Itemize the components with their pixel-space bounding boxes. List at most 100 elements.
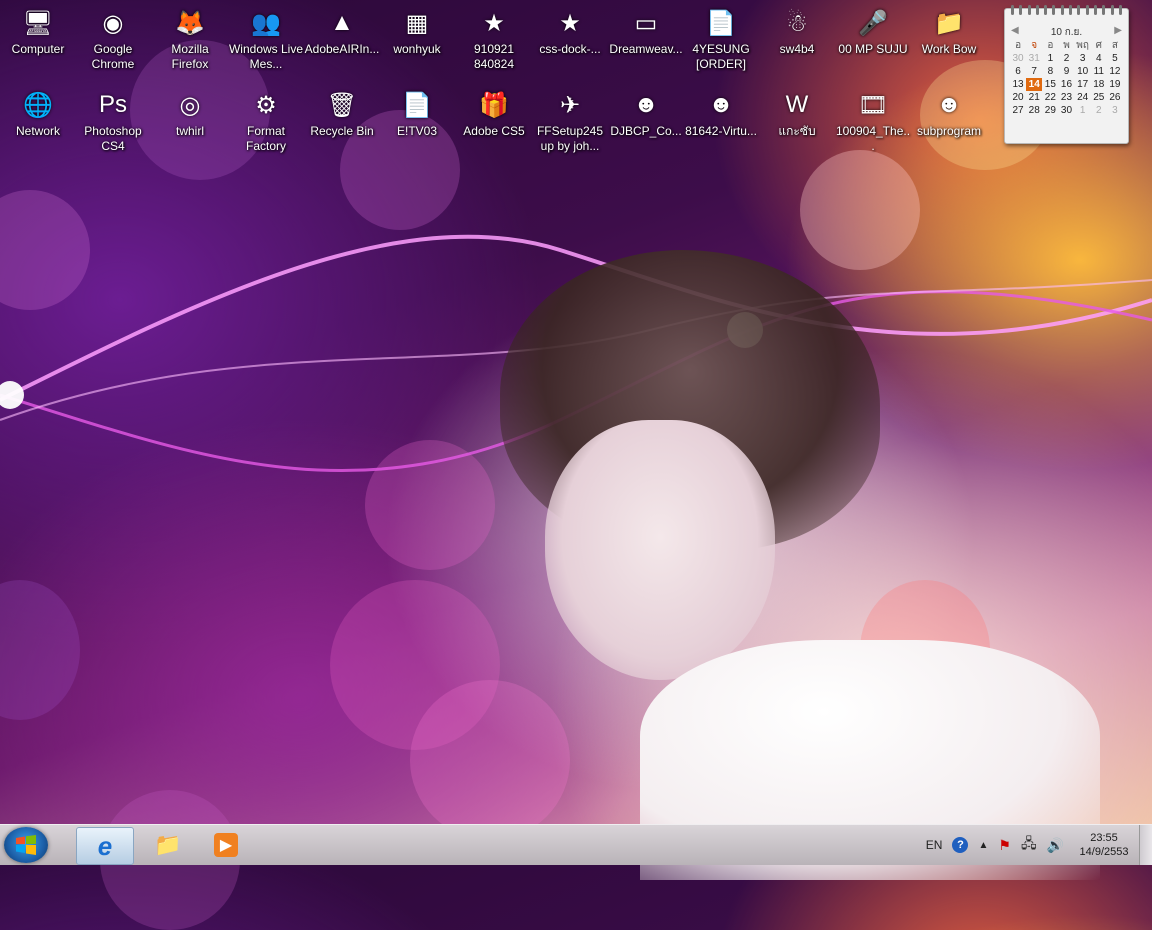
calendar-day[interactable]: 28 <box>1026 104 1042 117</box>
icon-adobe-cs5[interactable]: 🎁 Adobe CS5 <box>456 88 532 139</box>
google-chrome-icon: ◉ <box>102 9 124 37</box>
djbcp-icon: ☻ <box>633 91 659 118</box>
icon-mozilla-firefox[interactable]: 🦊 Mozilla Firefox <box>152 6 228 72</box>
calendar-day[interactable]: 22 <box>1042 91 1058 104</box>
action-center-flag-icon[interactable]: ⚑ <box>998 837 1011 854</box>
calendar-prev-arrow[interactable]: ◀ <box>1011 25 1019 40</box>
bokeh-circle <box>330 580 500 750</box>
clock[interactable]: 23:55 14/9/2553 <box>1069 831 1139 859</box>
icon-computer[interactable]: 🖥 Computer <box>0 6 76 57</box>
calendar-next-arrow[interactable]: ▶ <box>1114 25 1122 40</box>
icon-label: แกะซับ <box>778 124 816 138</box>
network-tray-icon[interactable]: 🖧 <box>1021 833 1037 857</box>
icon-google-chrome[interactable]: ◉ Google Chrome <box>75 6 151 72</box>
icon-label: subprogram <box>916 124 982 138</box>
calendar-day[interactable]: 27 <box>1010 104 1026 117</box>
calendar-day[interactable]: 16 <box>1058 78 1074 91</box>
calendar-day[interactable]: 13 <box>1010 78 1026 91</box>
calendar-day[interactable]: 25 <box>1091 91 1107 104</box>
calendar-day[interactable]: 1 <box>1075 104 1091 117</box>
icon-etv03[interactable]: 📄 E!TV03 <box>379 88 455 139</box>
taskbar: e 📁 ▶ EN ? ▲ ⚑ 🖧 🔊 23:55 14/9/2553 <box>0 824 1152 865</box>
volume-icon[interactable]: 🔊 <box>1047 837 1064 854</box>
icon-dreamweaver[interactable]: ▭ Dreamweav... <box>608 6 684 57</box>
icon-100904[interactable]: 🎞 100904_The... <box>835 88 911 154</box>
calendar-day[interactable]: 24 <box>1075 91 1091 104</box>
icon-00-mp-suju[interactable]: 🎤 00 MP SUJU <box>835 6 911 57</box>
calendar-ring <box>1035 5 1039 15</box>
calendar-day[interactable]: 6 <box>1010 65 1026 78</box>
81642-virtu-icon: ☻ <box>708 91 734 118</box>
start-button[interactable] <box>4 827 48 863</box>
icon-sw4b4[interactable]: ☃ sw4b4 <box>759 6 835 57</box>
calendar-day[interactable]: 8 <box>1042 65 1058 78</box>
show-desktop-button[interactable] <box>1139 825 1152 865</box>
calendar-ring <box>1019 5 1023 15</box>
file-explorer-icon: 📁 <box>154 832 182 857</box>
calendar-day[interactable]: 31 <box>1026 52 1042 65</box>
calendar-day[interactable]: 29 <box>1042 104 1058 117</box>
dreamweaver-icon: ▭ <box>634 9 658 37</box>
calendar-ring <box>1027 5 1031 15</box>
calendar-day[interactable]: 30 <box>1058 104 1074 117</box>
calendar-ring <box>1011 5 1014 15</box>
calendar-day[interactable]: 26 <box>1107 91 1123 104</box>
calendar-day[interactable]: 30 <box>1010 52 1026 65</box>
calendar-day[interactable]: 21 <box>1026 91 1042 104</box>
icon-css-dock[interactable]: ★ css-dock-... <box>532 6 608 57</box>
calendar-day[interactable]: 1 <box>1042 52 1058 65</box>
calendar-day[interactable]: 2 <box>1091 104 1107 117</box>
calendar-weekday: ส <box>1111 40 1118 51</box>
icon-label: AdobeAIRIn... <box>304 42 380 56</box>
calendar-day[interactable]: 3 <box>1107 104 1123 117</box>
icon-label: Format Factory <box>245 124 286 153</box>
windows-live-messenger-icon: 👥 <box>251 9 281 37</box>
calendar-weekday: อ <box>1015 40 1022 51</box>
calendar-day[interactable]: 2 <box>1058 52 1074 65</box>
calendar-day[interactable]: 20 <box>1010 91 1026 104</box>
icon-format-factory[interactable]: ⚙ Format Factory <box>228 88 304 154</box>
calendar-day[interactable]: 4 <box>1091 52 1107 65</box>
calendar-day[interactable]: 19 <box>1107 78 1123 91</box>
calendar-day[interactable]: 23 <box>1058 91 1074 104</box>
calendar-day[interactable]: 14 <box>1026 78 1043 91</box>
icon-wonhyuk[interactable]: ▦ wonhyuk <box>379 6 455 57</box>
icon-network[interactable]: 🌐 Network <box>0 88 76 139</box>
calendar-day[interactable]: 7 <box>1026 65 1042 78</box>
icon-label: sw4b4 <box>779 42 815 56</box>
icon-recycle-bin[interactable]: 🗑 Recycle Bin <box>304 88 380 139</box>
calendar-day[interactable]: 15 <box>1042 78 1058 91</box>
calendar-day[interactable]: 9 <box>1058 65 1074 78</box>
calendar-day[interactable]: 11 <box>1091 65 1107 78</box>
icon-910921[interactable]: ★ 910921 840824 <box>456 6 532 72</box>
icon-photoshop-cs4[interactable]: Ps Photoshop CS4 <box>75 88 151 154</box>
icon-windows-live-messenger[interactable]: 👥 Windows Live Mes... <box>228 6 304 72</box>
calendar-day[interactable]: 12 <box>1107 65 1123 78</box>
format-factory-icon: ⚙ <box>255 91 277 119</box>
icon-label: DJBCP_Co... <box>610 124 682 138</box>
taskbar-file-explorer[interactable]: 📁 <box>140 827 196 863</box>
icon-4yesung-order[interactable]: 📄 4YESUNG [ORDER] <box>683 6 759 72</box>
calendar-day[interactable]: 5 <box>1107 52 1123 65</box>
icon-twhirl[interactable]: ◎ twhirl <box>152 88 228 139</box>
icon-djbcp[interactable]: ☻ DJBCP_Co... <box>608 88 684 139</box>
icon-81642-virtu[interactable]: ☻ 81642-Virtu... <box>683 88 759 139</box>
calendar-day[interactable]: 3 <box>1075 52 1091 65</box>
help-icon[interactable]: ? <box>952 837 969 853</box>
calendar-day[interactable]: 10 <box>1075 65 1091 78</box>
icon-subprogram[interactable]: ☻ subprogram <box>911 88 987 139</box>
icon-label: Photoshop CS4 <box>84 124 142 153</box>
icon-ffsetup[interactable]: ✈ FFSetup245 up by joh... <box>532 88 608 154</box>
icon-label: wonhyuk <box>393 42 441 56</box>
language-indicator[interactable]: EN <box>926 838 943 852</box>
taskbar-internet-explorer[interactable]: e <box>76 827 134 865</box>
icon-adobe-air[interactable]: ▲ AdobeAIRIn... <box>304 6 380 57</box>
taskbar-media-player[interactable]: ▶ <box>198 827 254 863</box>
network-icon: 🌐 <box>23 91 53 119</box>
calendar-gadget[interactable]: ◀ 10 ก.ย. ▶ อจอพพฤศส 30 31 1 2 3 4 5 6 7 8 9 10 11 12 1… <box>1004 5 1129 144</box>
calendar-day[interactable]: 18 <box>1091 78 1107 91</box>
calendar-day[interactable]: 17 <box>1075 78 1091 91</box>
icon-thai-doc[interactable]: W แกะซับ <box>759 88 835 139</box>
show-hidden-icons-icon[interactable]: ▲ <box>978 840 988 851</box>
icon-work-bow[interactable]: 📁 Work Bow <box>911 6 987 57</box>
